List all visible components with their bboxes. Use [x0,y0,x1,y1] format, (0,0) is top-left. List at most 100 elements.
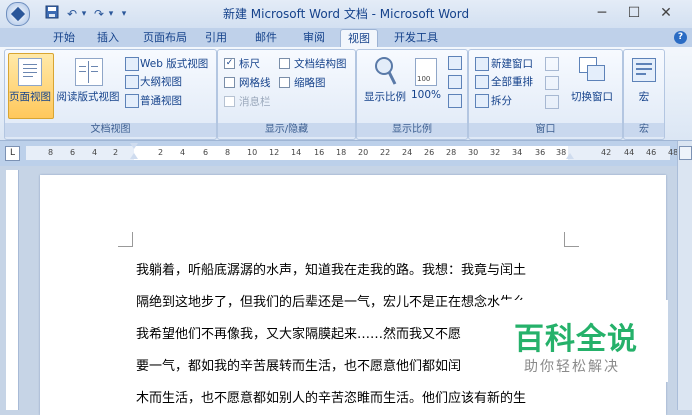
group-document-views: 页面视图 阅读版式视图 Web 版式视图 大纲视图 普通视图 文档视图 [4,49,217,140]
reset-position-icon[interactable] [545,95,559,109]
sync-scroll-icon[interactable] [545,76,559,90]
split-button[interactable]: 拆分 [491,93,512,108]
tab-view[interactable]: 视图 [340,29,378,47]
page-view-icon [18,58,42,86]
ruler-tick-label: 6 [203,148,209,157]
ruler-tick-label: 8 [48,148,54,157]
redo-button[interactable]: ↷ [91,5,107,23]
group-title-window: 窗口 [469,123,622,137]
customize-toolbar-icon[interactable]: ▾ [119,5,129,23]
zoom-100-label: 100% [410,89,442,101]
vertical-ruler[interactable] [6,170,19,410]
group-macros: 宏 宏 [623,49,665,140]
undo-dropdown-icon[interactable]: ▾ [79,5,89,23]
ruler-tick-label: 8 [225,148,231,157]
ruler-tick-label: 28 [446,148,457,157]
split-icon [475,94,489,108]
magnifier-icon [373,56,397,86]
tab-home[interactable]: 开始 [44,29,84,46]
page-width-icon[interactable] [448,94,462,108]
one-page-icon[interactable] [448,56,462,70]
ruler-label: 标尺 [239,58,260,70]
group-window: 新建窗口 全部重排 拆分 切换窗口 窗口 [468,49,623,140]
reading-view-label: 阅读版式视图 [56,91,120,103]
side-by-side-icon[interactable] [545,57,559,71]
zoom-label: 显示比例 [364,91,406,103]
ruler-tick-label: 14 [291,148,302,157]
left-indent-marker[interactable] [130,153,138,159]
message-bar-checkbox[interactable] [224,96,235,107]
crop-mark-top-left [118,232,133,247]
ruler-tick-label: 22 [380,148,391,157]
tab-review[interactable]: 审阅 [296,29,332,46]
message-bar-label: 消息栏 [239,96,271,108]
tab-developer[interactable]: 开发工具 [386,29,446,46]
ruler-tick-label: 30 [468,148,479,157]
document-line: 隔绝到这地步了，但我们的后辈还是一气，宏儿不是正在想念水生么 [136,295,527,310]
vertical-scrollbar[interactable] [677,141,692,410]
two-pages-icon[interactable] [448,75,462,89]
tab-insert[interactable]: 插入 [88,29,128,46]
draft-view-button[interactable]: 普通视图 [140,93,182,108]
outline-view-button[interactable]: 大纲视图 [140,74,182,89]
ruler-tick-label: 16 [314,148,325,157]
ruler-tick-label: 2 [113,148,119,157]
ruler-tick-label: 20 [358,148,369,157]
new-window-icon [475,57,489,71]
tab-references[interactable]: 引用 [198,29,234,46]
ruler-tick-label: 34 [512,148,523,157]
redo-dropdown-icon[interactable]: ▾ [106,5,116,23]
group-title-show-hide: 显示/隐藏 [218,123,355,137]
close-button[interactable]: ✕ [648,2,684,24]
ruler-tick-label: 12 [269,148,280,157]
tab-mailings[interactable]: 邮件 [248,29,284,46]
gridlines-label: 网格线 [239,77,271,89]
group-title-macros: 宏 [624,123,664,137]
first-line-indent-marker[interactable] [130,143,138,149]
ruler-tick-label: 32 [490,148,501,157]
document-line: 我希望他们不再像我，又大家隔膜起来……然而我又不愿 [136,327,462,342]
doc-map-checkbox[interactable] [279,58,290,69]
crop-mark-top-right [564,232,579,247]
gridlines-checkbox[interactable] [224,77,235,88]
web-view-button[interactable]: Web 版式视图 [140,56,208,71]
macros-icon [632,58,656,82]
ruler-tick-label: 36 [535,148,546,157]
arrange-all-button[interactable]: 全部重排 [491,74,533,89]
ruler-tick-label: 38 [556,148,567,157]
ruler-tick-label: 10 [247,148,258,157]
help-icon[interactable]: ? [674,31,687,44]
switch-windows-label: 切换窗口 [571,91,613,103]
group-zoom: 显示比例 100 100% 显示比例 [356,49,468,140]
reading-view-icon [75,58,103,86]
ruler-tick-label: 46 [646,148,657,157]
ruler-tick-label: 42 [601,148,612,157]
draft-view-icon [125,94,139,108]
group-title-document-views: 文档视图 [5,123,216,137]
group-show-hide: ✓ 标尺 网格线 消息栏 文档结构图 缩略图 显示/隐藏 [217,49,356,140]
document-line: 我躺着，听船底潺潺的水声，知道我在走我的路。我想：我竟与闰土 [136,263,527,278]
thumbnails-checkbox[interactable] [279,77,290,88]
undo-button[interactable]: ↶ [64,5,80,23]
new-window-button[interactable]: 新建窗口 [491,56,533,71]
document-line: 木而生活，也不愿意都如别人的辛苦恣睢而生活。他们应该有新的生 [136,391,527,406]
ruler-tick-label: 6 [70,148,76,157]
save-icon[interactable] [44,5,60,23]
ruler-text-area [134,146,568,160]
tab-page-layout[interactable]: 页面布局 [136,29,194,46]
minimize-button[interactable]: ─ [584,2,620,24]
maximize-button[interactable]: ☐ [616,2,652,24]
view-ruler-icon[interactable] [679,146,692,160]
office-button[interactable] [6,2,30,26]
ruler-tick-label: 4 [180,148,186,157]
ruler-checkbox[interactable]: ✓ [224,58,235,69]
ruler-tick-label: 24 [402,148,413,157]
macros-label: 宏 [638,91,650,103]
doc-map-label: 文档结构图 [294,58,347,70]
thumbnails-label: 缩略图 [294,77,326,89]
watermark-title: 百科全说 [514,322,638,357]
right-indent-marker[interactable] [566,153,574,159]
tab-selector-button[interactable]: L [5,146,20,161]
page-view-label: 页面视图 [9,91,51,103]
ruler-tick-label: 18 [336,148,347,157]
